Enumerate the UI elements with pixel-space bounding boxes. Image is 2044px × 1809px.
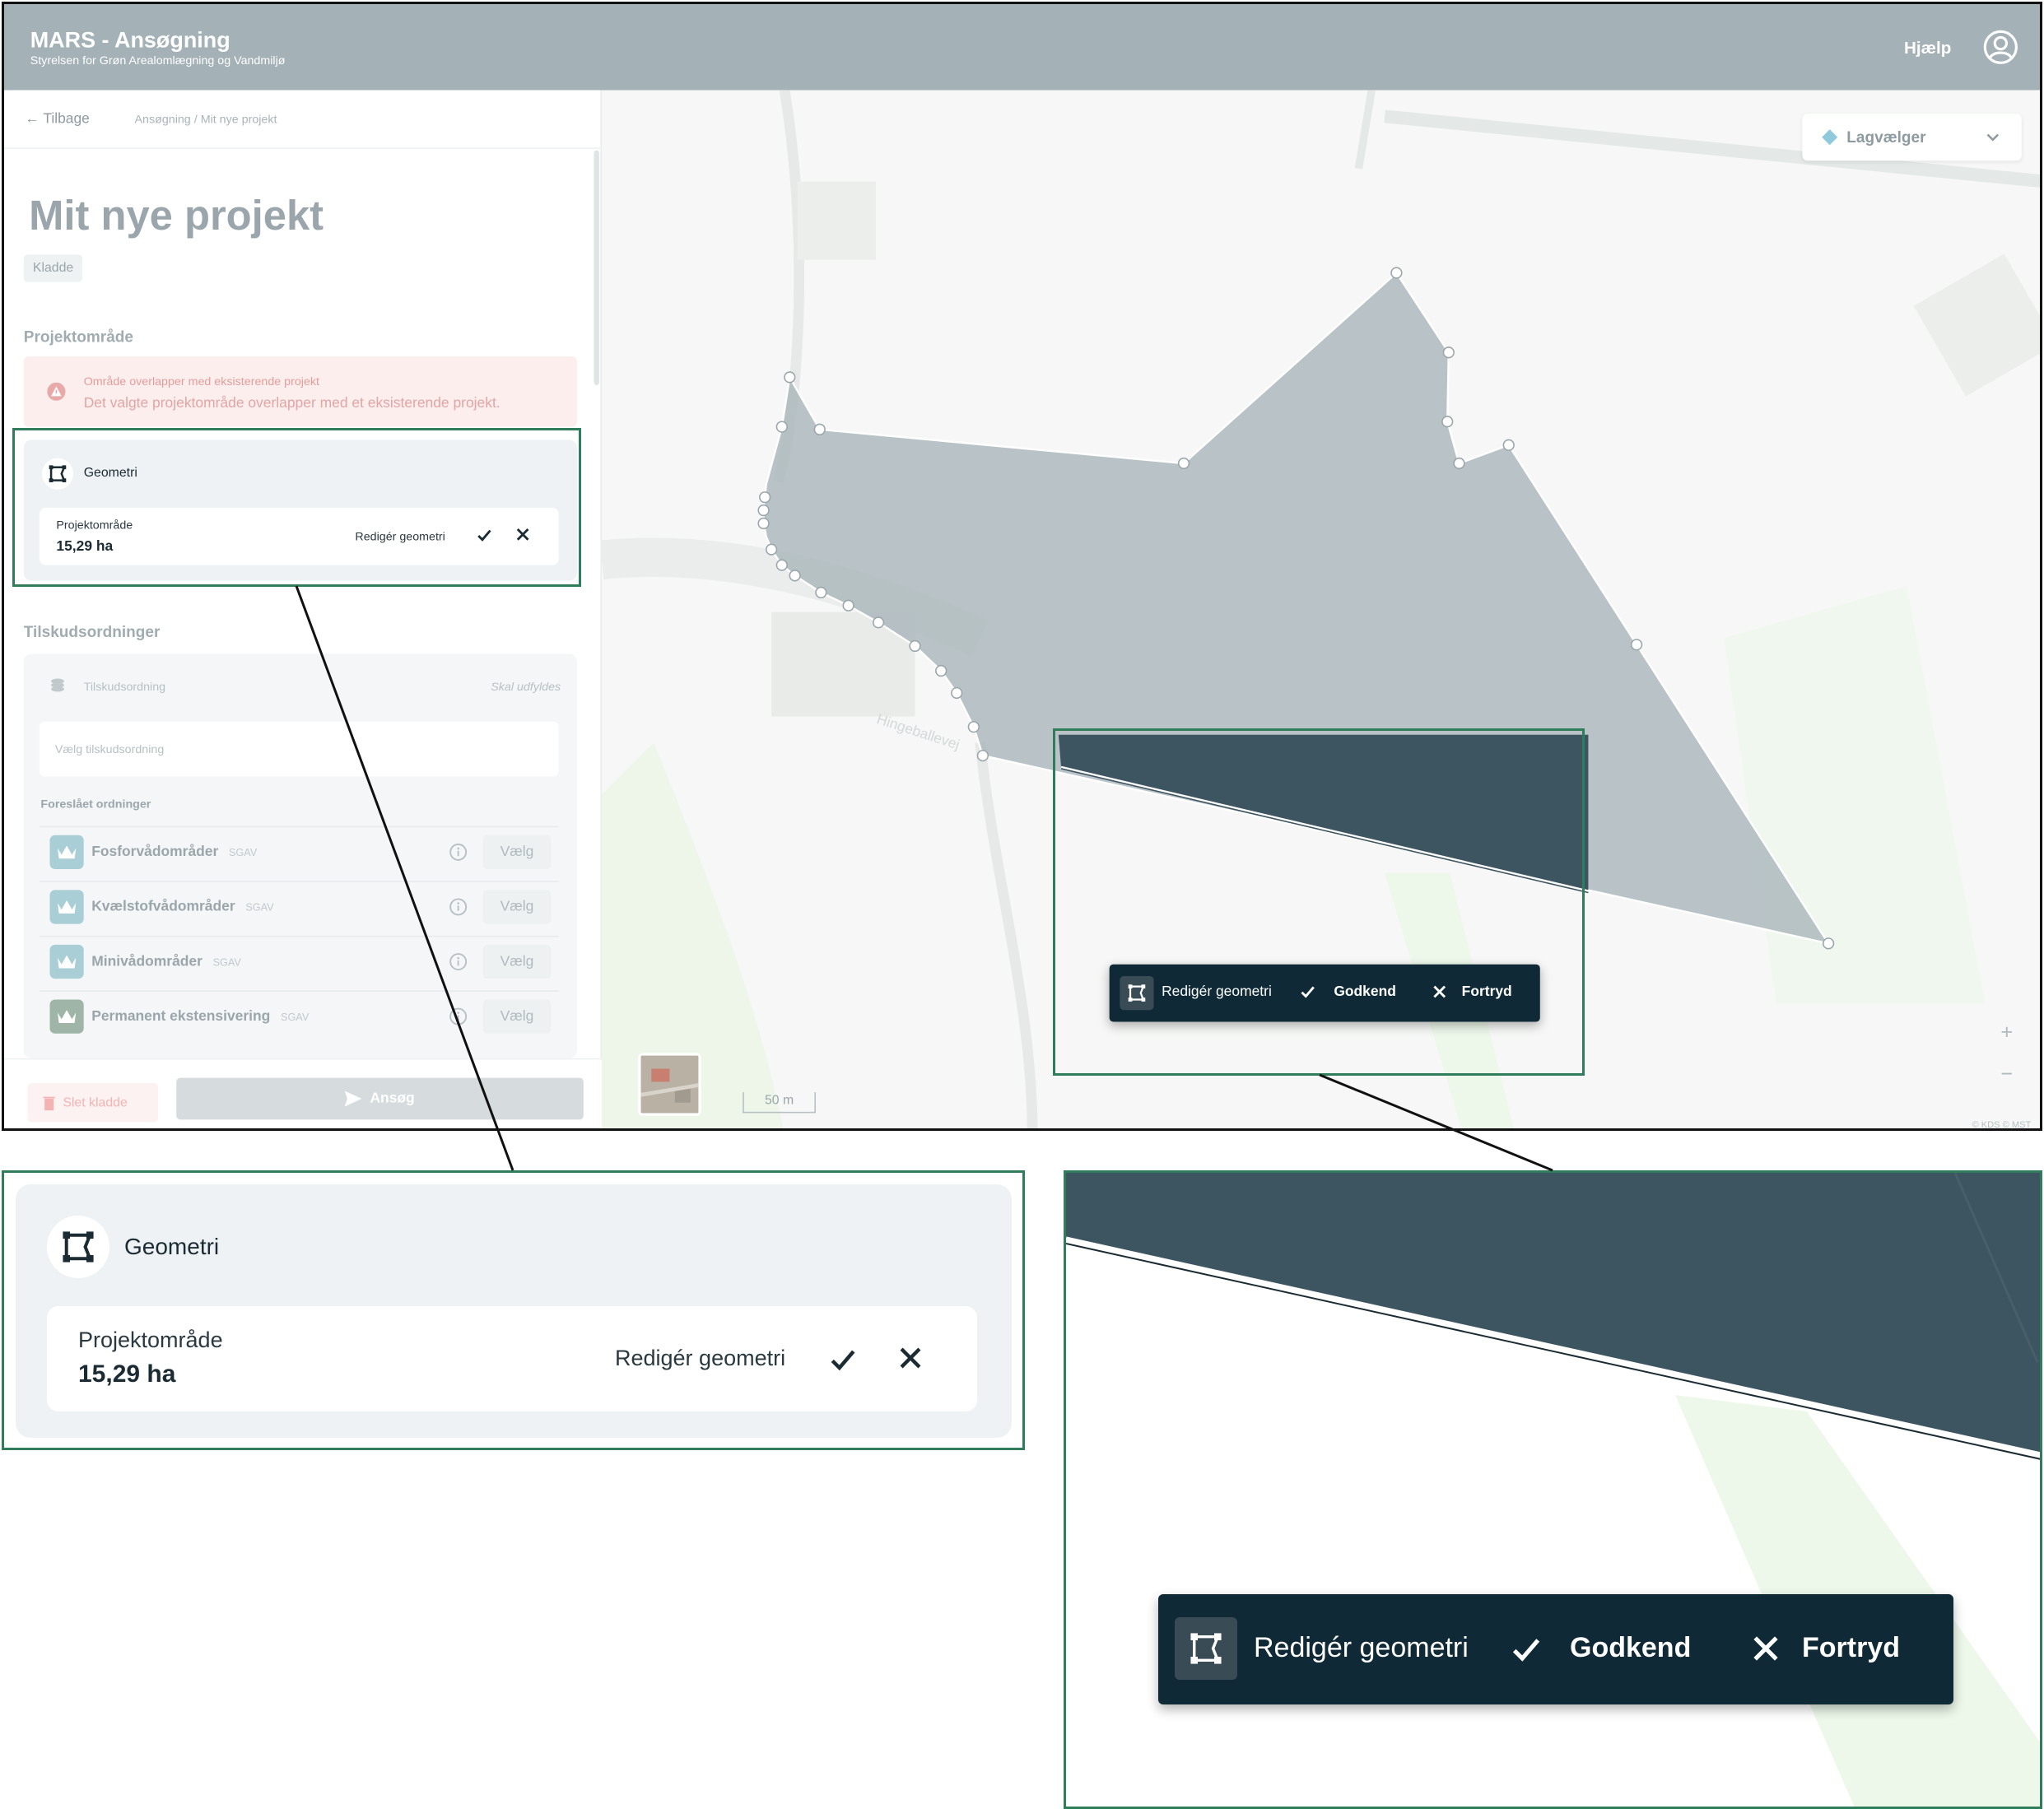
back-label: Tilbage — [43, 110, 90, 128]
grant-select-placeholder: Vælg tilskudsordning — [54, 742, 165, 756]
grant-option-source: SGAV — [280, 1011, 310, 1024]
app-subtitle: Styrelsen for Grøn Arealomlægning og Van… — [30, 53, 286, 67]
polygon-icon — [47, 1216, 109, 1278]
send-icon — [345, 1091, 362, 1107]
sidebar: ← Tilbage Ansøgning / Mit nye projekt Mi… — [4, 90, 603, 1128]
layers-icon — [1822, 129, 1838, 146]
close-icon[interactable] — [1753, 1635, 1779, 1662]
approve-button[interactable]: Godkend — [1570, 1632, 1691, 1664]
grant-card-header: Tilskudsordning Skal udfyldes — [24, 653, 577, 716]
grant-option-name: Minivådområder SGAV — [91, 954, 241, 970]
edit-geometry-toolbar-zoomed: Redigér geometri Godkend Fortryd — [1158, 1594, 1953, 1704]
geometry-card-zoomed: Geometri Projektområde 15,29 ha Redigér … — [16, 1184, 1012, 1438]
map-scale: 50 m — [743, 1092, 816, 1114]
road-name-label: Hingeballevej — [875, 710, 962, 752]
grant-option: Fosforvådområder SGAV Vælg — [39, 825, 559, 876]
alert-title: Område overlapper med eksisterende proje… — [83, 374, 319, 388]
arrow-left-icon: ← — [25, 110, 40, 128]
coins-icon — [51, 678, 64, 692]
grant-option: Permanent ekstensivering SGAV Vælg — [39, 990, 559, 1039]
grant-option-source: SGAV — [228, 847, 258, 859]
select-grant-button[interactable]: Vælg — [482, 944, 552, 979]
top-bar: MARS - Ansøgning Styrelsen for Grøn Area… — [4, 4, 2040, 91]
highlight-region — [1066, 1173, 2040, 1456]
grant-option: Kvælstofvådområder SGAV Vælg — [39, 881, 559, 930]
check-icon[interactable] — [829, 1346, 857, 1374]
user-account-icon[interactable] — [1982, 29, 2018, 65]
crown-icon — [49, 999, 84, 1034]
callout-frame-geometry — [12, 428, 581, 587]
info-icon[interactable] — [449, 952, 468, 970]
status-badge: Kladde — [23, 254, 83, 282]
toolbar-edit-label[interactable]: Redigér geometri — [1254, 1632, 1469, 1664]
page-title: Mit nye projekt — [29, 192, 324, 239]
select-grant-button[interactable]: Vælg — [482, 890, 552, 924]
callout-frame-toolbar — [1053, 728, 1585, 1076]
zoom-map-canvas — [1066, 1173, 2040, 1807]
grant-card: Tilskudsordning Skal udfyldes Vælg tilsk… — [23, 653, 577, 1058]
grant-option-source: SGAV — [212, 956, 241, 969]
grant-option-name: Kvælstofvådområder SGAV — [91, 899, 274, 915]
required-hint: Skal udfyldes — [491, 680, 561, 693]
grant-select[interactable]: Vælg tilskudsordning — [39, 721, 559, 777]
area-label: Projektområde — [78, 1328, 223, 1352]
warning-icon — [47, 382, 66, 401]
info-icon[interactable] — [449, 843, 468, 861]
edit-geometry-button[interactable]: Redigér geometri — [615, 1346, 785, 1371]
apply-button[interactable]: Ansøg — [176, 1077, 584, 1120]
grant-card-title: Tilskudsordning — [83, 680, 166, 693]
sidebar-footer: Slet kladde Ansøg — [4, 1058, 603, 1128]
overlap-alert: Område overlapper med eksisterende proje… — [23, 356, 577, 427]
delete-draft-label: Slet kladde — [63, 1095, 128, 1110]
back-link[interactable]: ← Tilbage — [25, 111, 90, 127]
polygon-edit-icon[interactable] — [1175, 1617, 1237, 1680]
info-icon[interactable] — [449, 1007, 468, 1025]
basemap-thumbnail[interactable] — [638, 1053, 701, 1116]
crown-icon — [49, 944, 84, 979]
breadcrumb-separator: / — [193, 112, 198, 126]
sidebar-scrollbar[interactable] — [594, 150, 599, 385]
zoom-panel-geometry: Geometri Projektområde 15,29 ha Redigér … — [2, 1170, 1025, 1450]
info-icon[interactable] — [449, 898, 468, 916]
apply-label: Ansøg — [370, 1091, 415, 1107]
select-grant-button[interactable]: Vælg — [482, 999, 552, 1034]
layer-picker-button[interactable]: Lagvælger — [1802, 114, 2022, 161]
geometry-area-row: Projektområde 15,29 ha Redigér geometri — [47, 1306, 977, 1411]
grant-option-source: SGAV — [245, 901, 274, 914]
zoom-in-button[interactable]: + — [2000, 1021, 2013, 1045]
zoom-panel-toolbar: Redigér geometri Godkend Fortryd — [1064, 1170, 2042, 1809]
grant-option-name: Permanent ekstensivering SGAV — [91, 1008, 310, 1025]
app-title: MARS - Ansøgning — [30, 27, 230, 53]
zoom-out-button[interactable]: − — [2000, 1063, 2013, 1087]
suggested-heading: Foreslået ordninger — [40, 797, 151, 811]
geometry-heading: Geometri — [124, 1234, 220, 1259]
crown-icon — [49, 835, 84, 869]
chevron-down-icon — [1986, 133, 2000, 142]
help-link[interactable]: Hjælp — [1904, 38, 1951, 58]
grant-option-name: Fosforvådområder SGAV — [91, 844, 258, 860]
section-heading-project-area: Projektområde — [23, 328, 133, 346]
layer-picker-label: Lagvælger — [1846, 128, 1926, 146]
divider — [4, 147, 603, 149]
check-icon[interactable] — [1511, 1634, 1542, 1665]
close-icon[interactable] — [898, 1346, 923, 1370]
undo-button[interactable]: Fortryd — [1802, 1632, 1900, 1664]
breadcrumb-item-current: Mit nye projekt — [200, 112, 277, 126]
crown-icon — [49, 890, 84, 924]
section-heading-grants: Tilskudsordninger — [23, 622, 161, 641]
breadcrumb-item-application[interactable]: Ansøgning — [135, 113, 191, 126]
grant-option: Minivådområder SGAV Vælg — [39, 935, 559, 985]
delete-draft-button[interactable]: Slet kladde — [27, 1082, 159, 1123]
alert-text: Det valgte projektområde overlapper med … — [83, 395, 501, 412]
trash-icon — [43, 1095, 55, 1110]
area-value: 15,29 ha — [78, 1360, 176, 1388]
map-attribution: © KDS © MST — [1972, 1120, 2032, 1131]
select-grant-button[interactable]: Vælg — [482, 835, 552, 869]
breadcrumb: Ansøgning / Mit nye projekt — [135, 113, 277, 126]
